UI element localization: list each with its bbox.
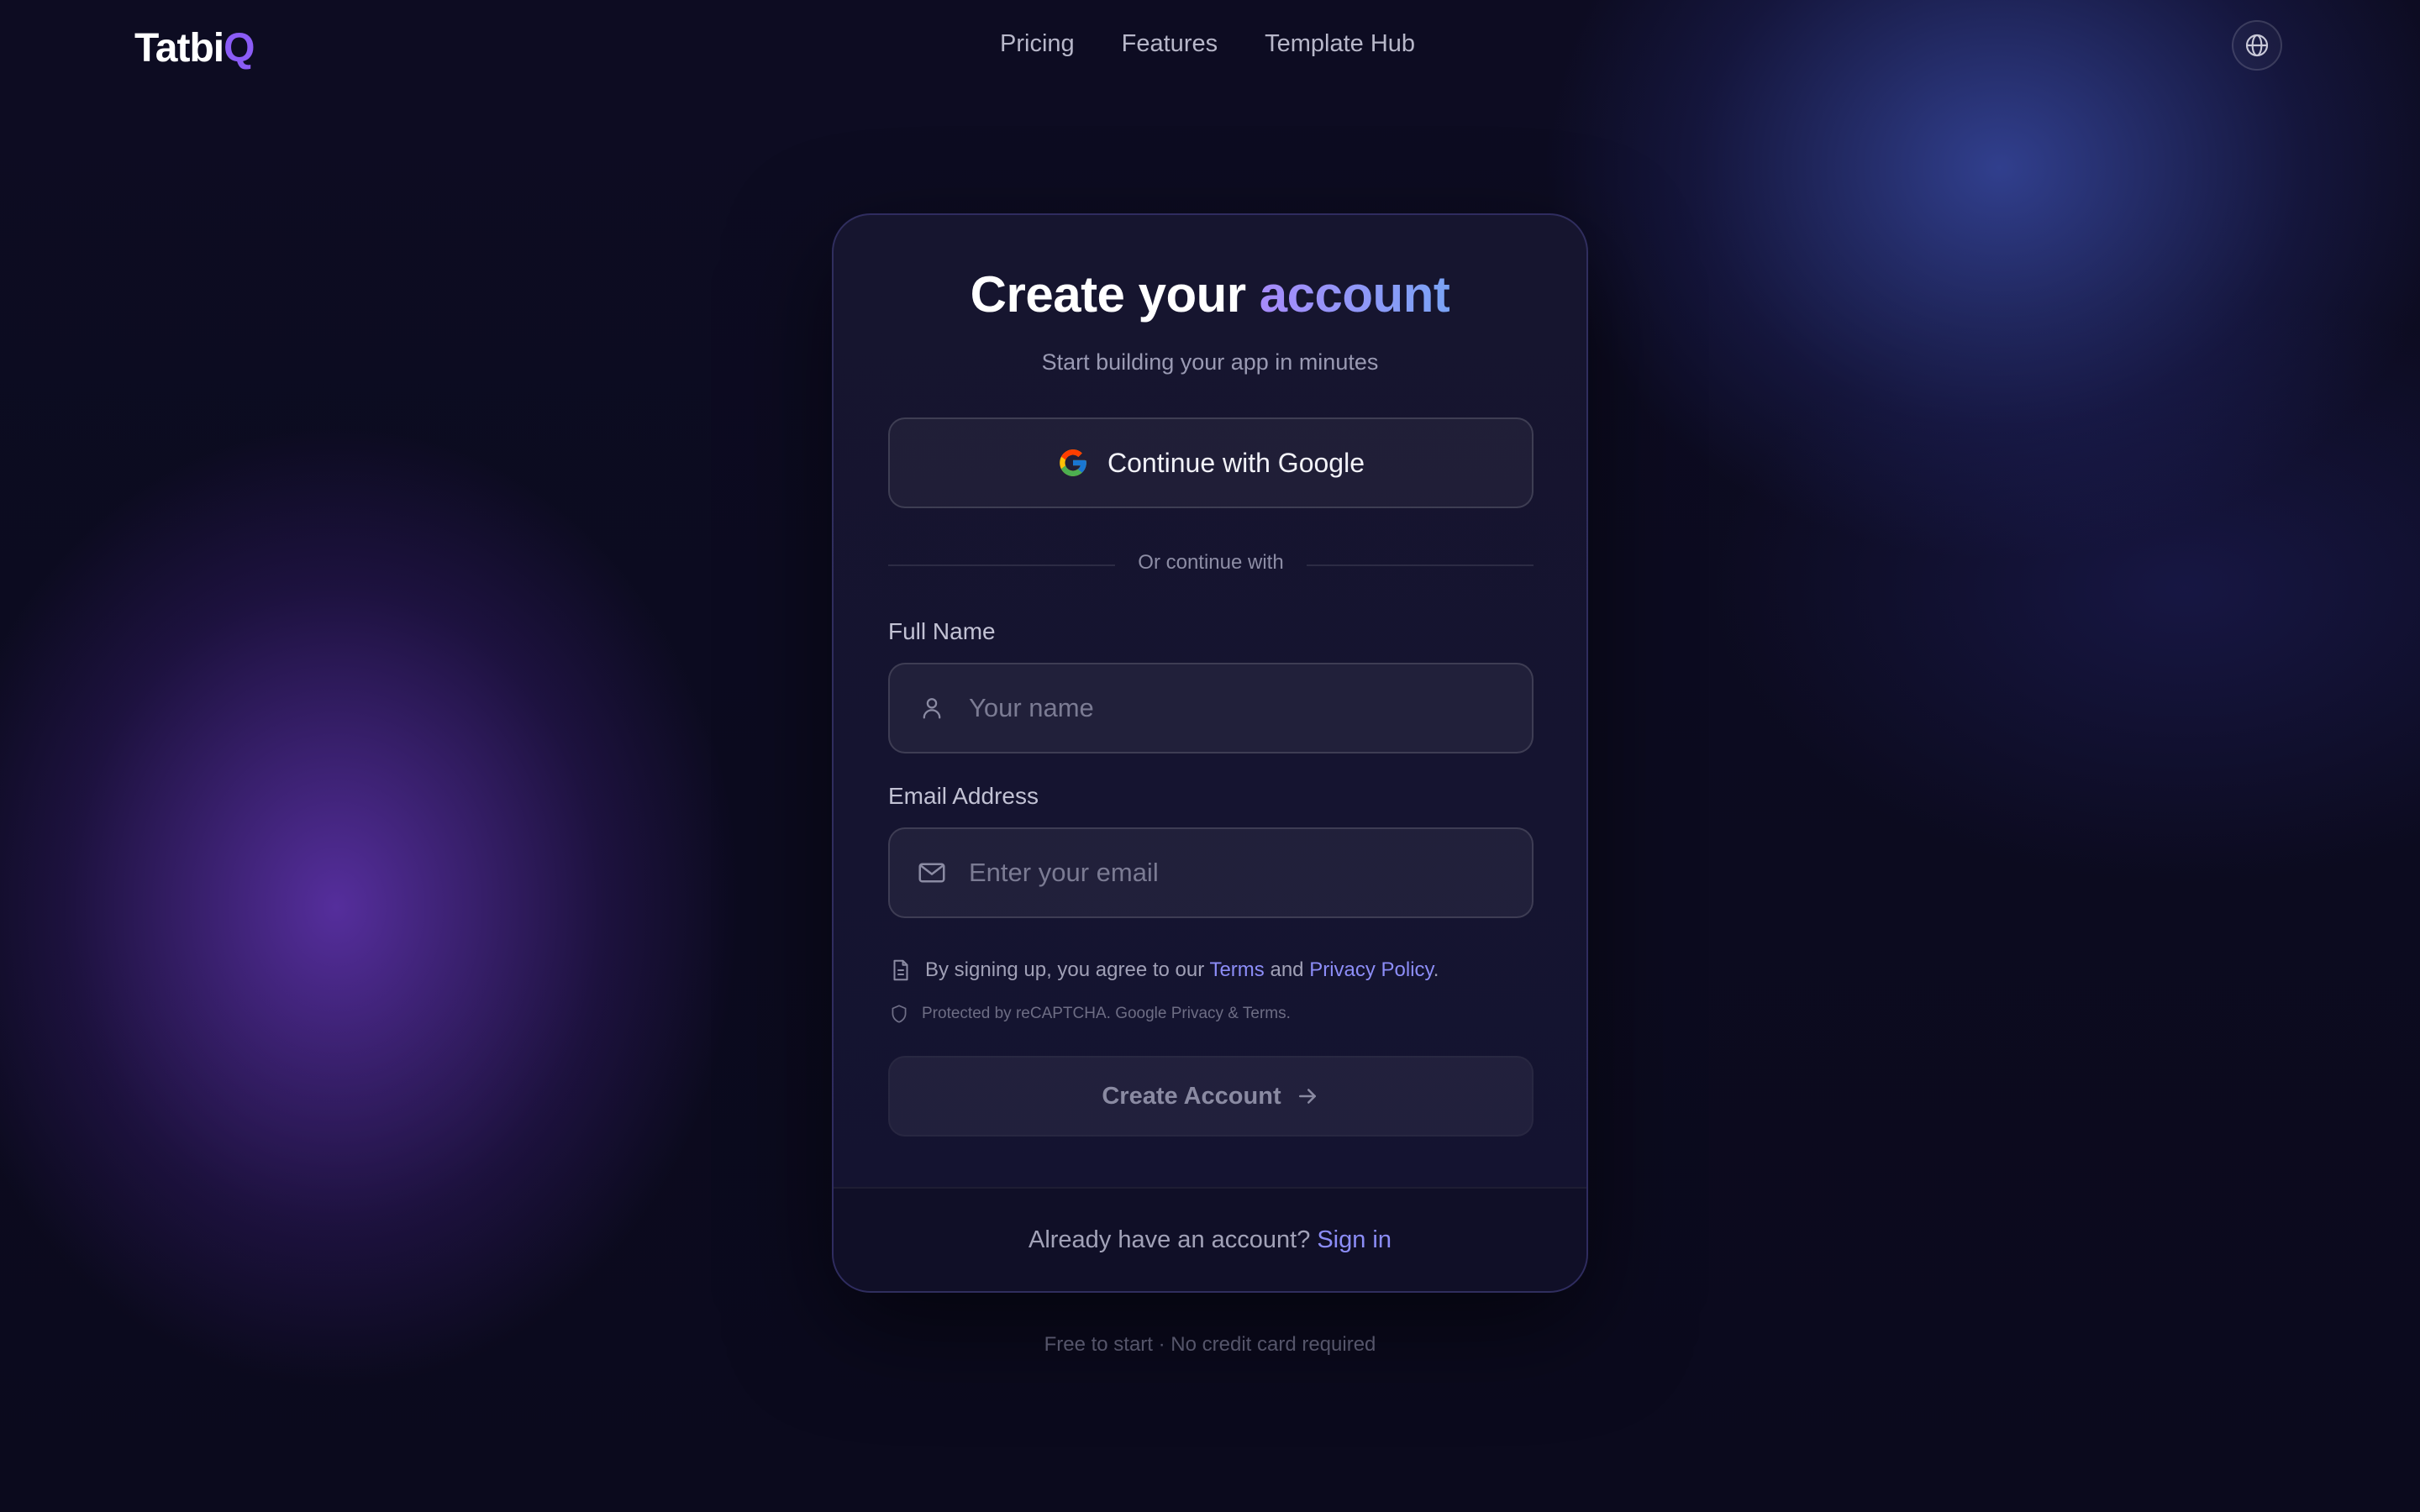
terms-period: .	[1433, 958, 1439, 981]
globe-icon	[2245, 34, 2269, 57]
page-title: Create your account	[834, 265, 1586, 323]
signin-link[interactable]: Sign in	[1317, 1226, 1392, 1254]
google-button-label: Continue with Google	[1107, 447, 1365, 478]
tagline: Free to start · No credit card required	[1044, 1333, 1376, 1356]
divider: Or continue with	[888, 548, 1534, 581]
top-navigation: TatbiQ Pricing Features Template Hub	[0, 0, 2420, 94]
signin-footer: Already have an account? Sign in	[834, 1187, 1586, 1291]
full-name-label: Full Name	[888, 618, 996, 644]
privacy-policy-link[interactable]: Privacy Policy	[1309, 958, 1434, 981]
signup-card: Create your account Start building your …	[832, 213, 1588, 1293]
nav-link-features[interactable]: Features	[1122, 30, 1218, 58]
create-account-label: Create Account	[1102, 1082, 1281, 1110]
divider-text: Or continue with	[1138, 551, 1284, 574]
recaptcha-text: Protected by reCAPTCHA. Google Privacy &…	[922, 1005, 1291, 1022]
nav-link-template-hub[interactable]: Template Hub	[1265, 30, 1415, 58]
title-accent: account	[1259, 266, 1450, 323]
title-prefix: Create your	[970, 266, 1246, 323]
create-account-button[interactable]: Create Account	[888, 1056, 1534, 1137]
logo[interactable]: TatbiQ	[134, 25, 255, 71]
user-icon	[915, 691, 949, 725]
document-icon	[893, 959, 908, 981]
recaptcha-notice: Protected by reCAPTCHA. Google Privacy &…	[888, 1003, 1291, 1025]
email-label: Email Address	[888, 783, 1039, 809]
terms-prefix: By signing up, you agree to our	[925, 958, 1205, 981]
arrow-right-icon	[1298, 1089, 1316, 1104]
mail-icon	[915, 856, 949, 890]
logo-text: Tatbi	[134, 26, 224, 71]
google-signin-button[interactable]: Continue with Google	[888, 417, 1534, 508]
signin-prompt: Already have an account?	[1028, 1226, 1311, 1253]
shield-icon	[892, 1005, 907, 1023]
terms-text: By signing up, you agree to our Terms an…	[925, 958, 1439, 982]
email-field[interactable]	[888, 827, 1534, 918]
terms-and: and	[1270, 958, 1304, 981]
nav-link-pricing[interactable]: Pricing	[1000, 30, 1075, 58]
divider-line-right	[1307, 564, 1534, 566]
full-name-input[interactable]	[949, 664, 1532, 753]
terms-notice: By signing up, you agree to our Terms an…	[888, 958, 1439, 983]
terms-link[interactable]: Terms	[1209, 958, 1264, 981]
google-icon	[1060, 449, 1086, 476]
nav-links: Pricing Features Template Hub	[1000, 30, 1415, 58]
email-input[interactable]	[949, 828, 1532, 917]
logo-accent: Q	[224, 26, 255, 71]
subtitle: Start building your app in minutes	[1041, 349, 1379, 375]
language-button[interactable]	[2232, 20, 2282, 71]
full-name-field[interactable]	[888, 663, 1534, 753]
